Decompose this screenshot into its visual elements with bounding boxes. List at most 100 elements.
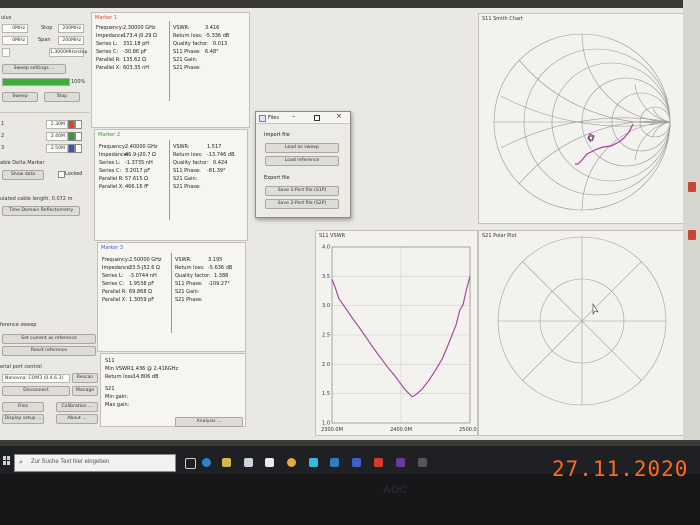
marker-3-return-loss: -5.636 dB bbox=[208, 265, 233, 271]
files-button[interactable]: Files bbox=[2, 402, 44, 412]
marker-1-frequency-field[interactable]: 2.30M bbox=[46, 120, 68, 129]
marker-2-parallel-r-label: Parallel R: bbox=[99, 176, 124, 182]
marker-1-impedance: 173.4 j0.29 Ω bbox=[123, 33, 157, 39]
marker-3-parallel-r: 69.868 Ω bbox=[129, 289, 152, 295]
marker-3-s11-phase: -109.27° bbox=[208, 281, 230, 287]
import-file-label: Import file bbox=[264, 132, 290, 138]
minimize-icon[interactable]: – bbox=[292, 113, 296, 120]
serial-control-label: erial port control bbox=[0, 364, 42, 370]
marker-3-frequency-field[interactable]: 2.50M bbox=[46, 144, 68, 153]
app-icon[interactable] bbox=[396, 458, 405, 467]
marker-3-parallel-x-label: Parallel X: bbox=[102, 297, 127, 303]
pdf-reader-icon[interactable] bbox=[374, 458, 383, 467]
marker-1-parallel-r: 135.62 Ω bbox=[123, 57, 146, 63]
stop-sweep-button[interactable]: Stop bbox=[44, 92, 80, 102]
background-window-edge bbox=[683, 0, 700, 440]
marker-3-color-button[interactable] bbox=[68, 144, 75, 153]
min-vswr-value: 1.436 @ 2.416GHz bbox=[131, 366, 179, 372]
marker-3-s21-gain-label: S21 Gain: bbox=[175, 289, 200, 295]
start-field[interactable]: 0MHz bbox=[2, 24, 28, 33]
store-icon[interactable] bbox=[244, 458, 253, 467]
marker-1-quality: 0.013 bbox=[213, 41, 228, 47]
file-explorer-icon[interactable] bbox=[222, 458, 231, 467]
mail-icon[interactable] bbox=[265, 458, 274, 467]
step-field[interactable]: 1,3000MHz/step bbox=[49, 48, 87, 57]
load-as-sweep-button[interactable]: Load as sweep bbox=[265, 143, 339, 153]
set-reference-button[interactable]: Set current as reference bbox=[2, 334, 96, 344]
marker-2-series-l: -1.3735 nH bbox=[125, 160, 153, 166]
marker-1-return-loss-label: Return loss: bbox=[173, 33, 203, 39]
photo-date-stamp: 27.11.2020 bbox=[552, 457, 689, 481]
about-button[interactable]: About ... bbox=[56, 414, 98, 424]
app-icon[interactable] bbox=[352, 458, 361, 467]
sweep-settings-button[interactable]: Sweep settings ... bbox=[2, 64, 66, 74]
marker-1-vswr-label: VSWR: bbox=[173, 25, 190, 31]
marker-2-quality: 0.424 bbox=[213, 160, 228, 166]
center-field[interactable]: 0MHz bbox=[2, 36, 28, 45]
vswr-chart-graphic: 1.0 1.5 2.0 2.5 3.0 3.5 4.0 2300.0M 2400.0M 2500.… bbox=[321, 245, 477, 434]
min-gain-label: Min gain: bbox=[105, 394, 128, 400]
disconnect-button[interactable]: Disconnect bbox=[2, 386, 70, 396]
marker-1-index: 1 bbox=[1, 121, 5, 127]
sweep-progress-bar bbox=[2, 78, 70, 86]
load-reference-button[interactable]: Load reference bbox=[265, 156, 339, 166]
vswr-y-tick-label: 2.5 bbox=[322, 333, 330, 339]
cable-length-label: ulated cable length: 0.072 m bbox=[0, 196, 73, 202]
summary-s21-heading: S21 bbox=[105, 386, 115, 392]
taskbar-search-box[interactable]: ⌕ Zur Suche Text hier eingeben bbox=[14, 454, 176, 472]
close-icon[interactable]: × bbox=[336, 113, 342, 120]
marker-3-show-checkbox[interactable] bbox=[75, 144, 82, 153]
marker-1-quality-label: Quality factor: bbox=[173, 41, 209, 47]
marker-3-impedance: 33.5-j52.6 Ω bbox=[129, 265, 160, 271]
marker-2-series-c-label: Series C: bbox=[99, 168, 122, 174]
rescan-button[interactable]: Rescan bbox=[72, 373, 98, 383]
marker-3-vswr: 3.195 bbox=[208, 257, 223, 263]
segments-field[interactable] bbox=[2, 48, 10, 57]
windows-start-icon[interactable] bbox=[3, 456, 11, 466]
search-icon: ⌕ bbox=[19, 458, 23, 466]
marker-3-panel: Marker 3 Frequency: 2.50000 GHz Impedanc… bbox=[97, 242, 246, 352]
reset-reference-button[interactable]: Reset reference bbox=[2, 346, 96, 356]
locked-checkbox[interactable] bbox=[58, 171, 65, 178]
save-1port-button[interactable]: Save 1-Port file (S1P) bbox=[265, 186, 339, 196]
polar-plot-graphic bbox=[497, 236, 667, 406]
vswr-y-tick-label: 4.0 bbox=[322, 245, 330, 251]
marker-3-impedance-label: Impedance: bbox=[102, 265, 132, 271]
serial-port-select[interactable]: Nanovna: COM3 (0.4.6.3) bbox=[2, 374, 70, 383]
maximize-icon[interactable] bbox=[314, 115, 320, 121]
marker-1-title: Marker 1 bbox=[95, 15, 118, 21]
marker-1-show-checkbox[interactable] bbox=[75, 120, 82, 129]
sweep-button[interactable]: Sweep bbox=[2, 92, 38, 102]
calibration-button[interactable]: Calibration ... bbox=[56, 402, 98, 412]
display-setup-button[interactable]: Display setup ... bbox=[2, 414, 44, 424]
manage-button[interactable]: Manage bbox=[72, 386, 98, 396]
marker-2-show-checkbox[interactable] bbox=[75, 132, 82, 141]
marker-1-color-button[interactable] bbox=[68, 120, 75, 129]
span-field[interactable]: 200MHz bbox=[58, 36, 84, 45]
vswr-chart-panel: S11 VSWR 1.0 1.5 2.0 2.5 3.0 3.5 4.0 2300.0M 240… bbox=[315, 230, 478, 436]
marker-1-series-c: -30.86 pF bbox=[123, 49, 147, 55]
task-view-icon[interactable] bbox=[185, 458, 196, 469]
sweep-progress-label: 100% bbox=[71, 79, 86, 85]
marker-3-quality-label: Quality factor: bbox=[175, 273, 211, 279]
show-data-button[interactable]: Show data bbox=[2, 170, 44, 180]
stop-field[interactable]: 200MHz bbox=[58, 24, 84, 33]
marker-3-parallel-x: 1.3059 pF bbox=[129, 297, 155, 303]
marker-1-frequency: 2.30000 GHz bbox=[123, 25, 156, 31]
marker-2-parallel-x: 466.16 fF bbox=[125, 184, 149, 190]
analysis-button[interactable]: Analysis ... bbox=[175, 417, 243, 427]
marker-2-frequency-field[interactable]: 2.40M bbox=[46, 132, 68, 141]
app-icon[interactable] bbox=[418, 458, 427, 467]
marker-2-s11-phase: -81.39° bbox=[207, 168, 226, 174]
app-icon[interactable] bbox=[330, 458, 339, 467]
marker-2-color-button[interactable] bbox=[68, 132, 75, 141]
tdr-button[interactable]: Time Domain Reflectometry bbox=[2, 206, 80, 216]
search-placeholder: Zur Suche Text hier eingeben bbox=[31, 459, 110, 465]
edge-browser-icon[interactable] bbox=[202, 458, 211, 467]
marker-3-frequency: 2.50000 GHz bbox=[129, 257, 162, 263]
export-file-label: Export file bbox=[264, 175, 290, 181]
sweep-group-label: ulus bbox=[1, 15, 12, 21]
app-icon[interactable] bbox=[309, 458, 318, 467]
chrome-icon[interactable] bbox=[287, 458, 296, 467]
save-2port-button[interactable]: Save 2-Port file (S2P) bbox=[265, 199, 339, 209]
